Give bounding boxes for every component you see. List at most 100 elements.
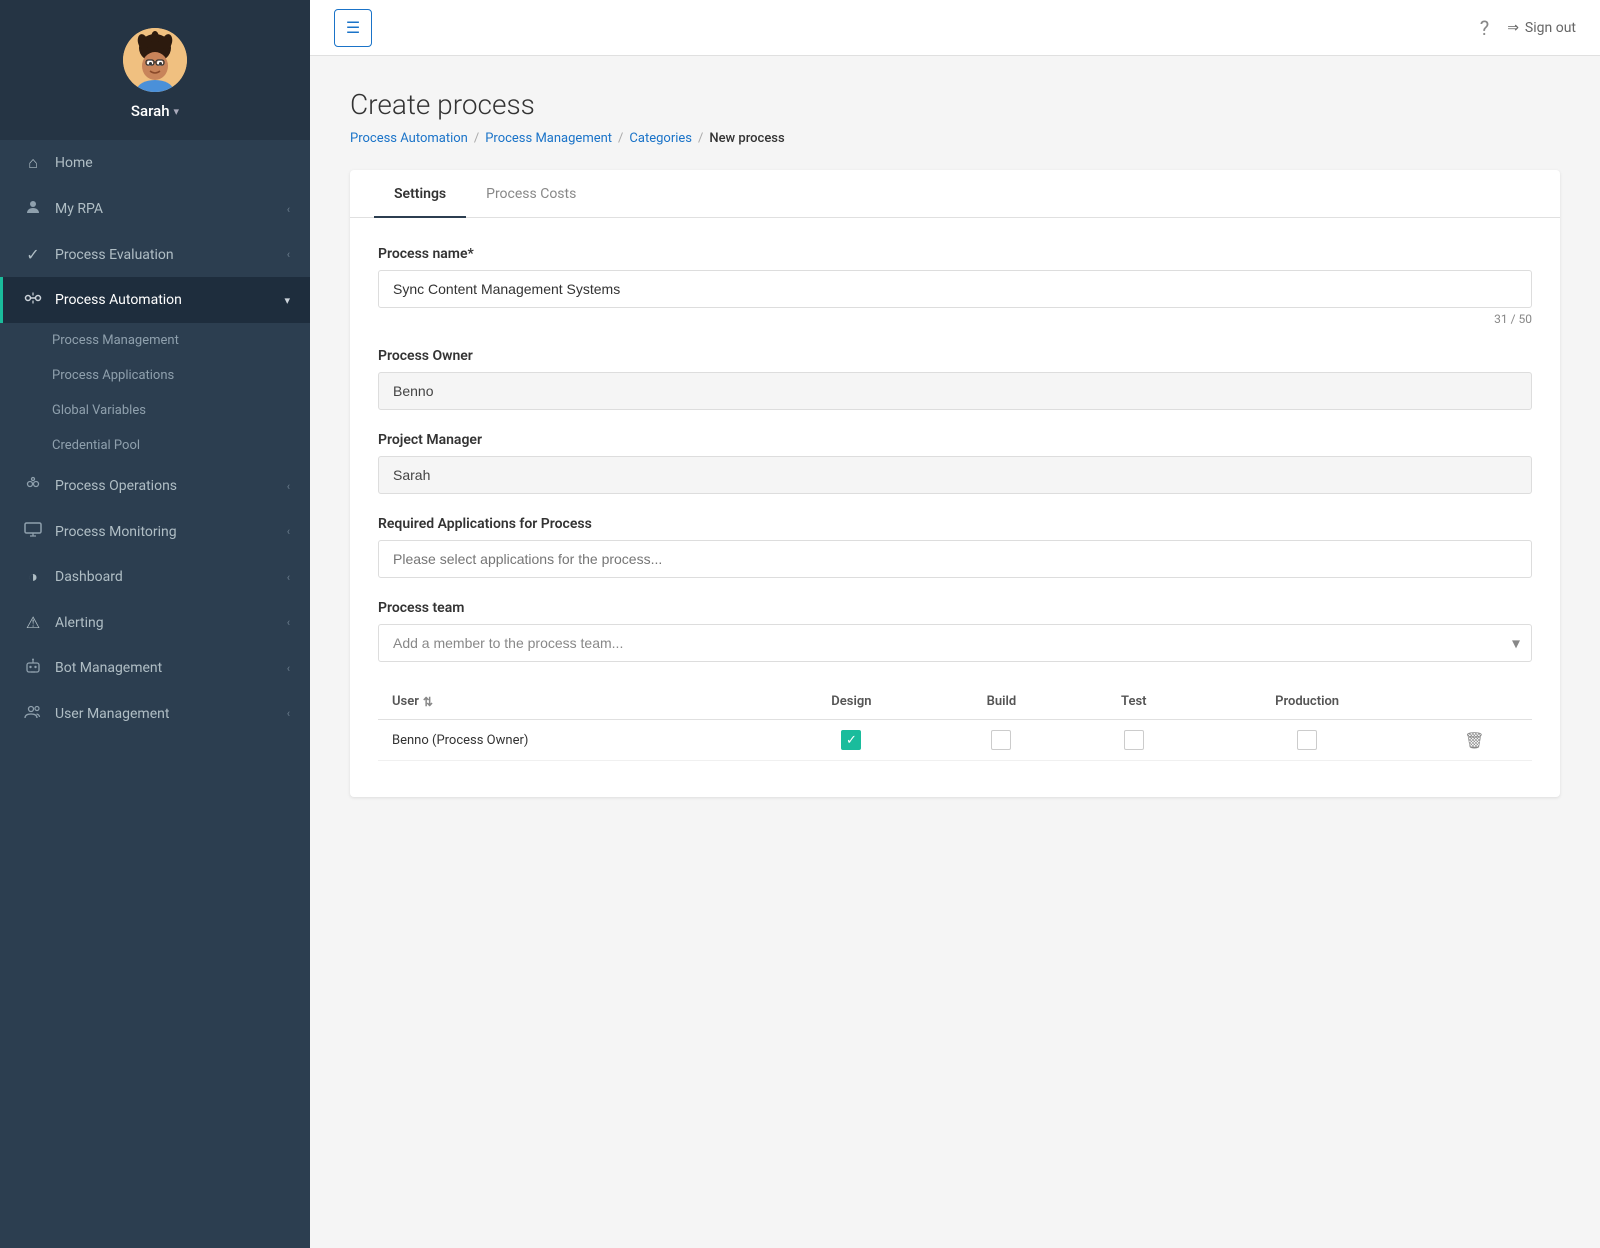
table-col-user: User ⇅ — [378, 684, 770, 720]
main-content: Create process Process Automation / Proc… — [310, 56, 1600, 1248]
sidebar: Sarah ▾ ⌂ Home My RPA ‹ ✓ Process Evalua… — [0, 0, 310, 1248]
chevron-icon: ‹ — [287, 616, 290, 629]
process-owner-group: Process Owner — [378, 348, 1532, 410]
sidebar-item-user-management[interactable]: User Management ‹ — [0, 691, 310, 736]
project-manager-group: Project Manager — [378, 432, 1532, 494]
team-permissions-table: User ⇅ Design Build Test Production — [378, 684, 1532, 761]
process-name-group: Process name* 31 / 50 — [378, 246, 1532, 326]
table-col-design: Design — [770, 684, 933, 720]
table-col-build: Build — [933, 684, 1070, 720]
breadcrumb-sep-2: / — [618, 131, 623, 146]
bot-icon — [23, 658, 43, 678]
breadcrumb-sep-1: / — [474, 131, 479, 146]
sidebar-item-home[interactable]: ⌂ Home — [0, 140, 310, 186]
sidebar-item-process-monitoring[interactable]: Process Monitoring ‹ — [0, 509, 310, 554]
required-applications-label: Required Applications for Process — [378, 516, 1532, 532]
users-icon — [23, 704, 43, 723]
topbar-left: ☰ — [334, 9, 372, 47]
profile-section: Sarah ▾ — [0, 0, 310, 140]
sidebar-item-bot-management[interactable]: Bot Management ‹ — [0, 645, 310, 691]
breadcrumb-current: New process — [709, 131, 784, 146]
breadcrumb-sep-3: / — [698, 131, 703, 146]
process-owner-label: Process Owner — [378, 348, 1532, 364]
breadcrumb: Process Automation / Process Management … — [350, 131, 1560, 146]
breadcrumb-process-management[interactable]: Process Management — [485, 131, 612, 146]
tab-process-costs[interactable]: Process Costs — [466, 170, 596, 218]
operations-icon — [23, 476, 43, 496]
check-icon: ✓ — [23, 245, 43, 264]
table-row: Benno (Process Owner) ✓ — [378, 720, 1532, 761]
breadcrumb-process-automation[interactable]: Process Automation — [350, 131, 468, 146]
actions-cell: 🗑 — [1417, 720, 1532, 761]
process-name-input[interactable] — [378, 270, 1532, 308]
build-checkbox[interactable] — [991, 730, 1011, 750]
process-team-select[interactable]: Add a member to the process team... — [378, 624, 1532, 662]
form-card: Settings Process Costs Process name* 31 … — [350, 170, 1560, 797]
avatar — [123, 28, 187, 92]
dashboard-icon: ◑ — [23, 567, 43, 587]
signout-icon: ⇒ — [1507, 20, 1519, 36]
production-checkbox[interactable] — [1297, 730, 1317, 750]
process-team-group: Process team Add a member to the process… — [378, 600, 1532, 662]
chevron-icon: ‹ — [287, 248, 290, 261]
delete-row-button[interactable]: 🗑 — [1431, 731, 1518, 750]
main-area: ☰ ? ⇒ Sign out Create process Process Au… — [310, 0, 1600, 1248]
menu-toggle-button[interactable]: ☰ — [334, 9, 372, 47]
team-member-name: Benno (Process Owner) — [378, 720, 770, 761]
production-cell — [1198, 720, 1417, 761]
profile-name[interactable]: Sarah ▾ — [131, 102, 179, 120]
sort-icon[interactable]: ⇅ — [423, 695, 433, 709]
hamburger-icon: ☰ — [346, 18, 360, 37]
help-button[interactable]: ? — [1480, 16, 1489, 40]
sidebar-item-credential-pool[interactable]: Credential Pool — [0, 428, 310, 463]
sidebar-item-process-automation[interactable]: Process Automation ▾ — [0, 277, 310, 323]
sidebar-nav: ⌂ Home My RPA ‹ ✓ Process Evaluation ‹ — [0, 140, 310, 1248]
sidebar-item-process-evaluation[interactable]: ✓ Process Evaluation ‹ — [0, 232, 310, 277]
table-col-production: Production — [1198, 684, 1417, 720]
monitor-icon — [23, 522, 43, 541]
alert-icon: ⚠ — [23, 613, 43, 632]
process-name-label: Process name* — [378, 246, 1532, 262]
breadcrumb-categories[interactable]: Categories — [629, 131, 692, 146]
sidebar-item-my-rpa[interactable]: My RPA ‹ — [0, 186, 310, 232]
chevron-icon: ‹ — [287, 480, 290, 493]
chevron-icon: ‹ — [287, 662, 290, 675]
profile-chevron-icon: ▾ — [174, 105, 180, 118]
process-team-label: Process team — [378, 600, 1532, 616]
form-body: Process name* 31 / 50 Process Owner Proj… — [350, 218, 1560, 797]
process-team-select-wrapper: Add a member to the process team... — [378, 624, 1532, 662]
required-applications-input[interactable] — [378, 540, 1532, 578]
topbar: ☰ ? ⇒ Sign out — [310, 0, 1600, 56]
process-owner-input — [378, 372, 1532, 410]
page-title: Create process — [350, 88, 1560, 121]
topbar-right: ? ⇒ Sign out — [1480, 16, 1576, 40]
chevron-icon: ‹ — [287, 525, 290, 538]
chevron-icon: ‹ — [287, 203, 290, 216]
character-counter: 31 / 50 — [378, 312, 1532, 326]
chevron-down-icon: ▾ — [284, 294, 290, 307]
automation-icon — [23, 290, 43, 310]
sidebar-item-alerting[interactable]: ⚠ Alerting ‹ — [0, 600, 310, 645]
signout-button[interactable]: ⇒ Sign out — [1507, 20, 1576, 36]
chevron-icon: ‹ — [287, 707, 290, 720]
design-checkbox[interactable]: ✓ — [841, 730, 861, 750]
build-cell — [933, 720, 1070, 761]
sidebar-item-process-applications[interactable]: Process Applications — [0, 358, 310, 393]
sidebar-item-global-variables[interactable]: Global Variables — [0, 393, 310, 428]
home-icon: ⌂ — [23, 153, 43, 173]
project-manager-label: Project Manager — [378, 432, 1532, 448]
sidebar-item-dashboard[interactable]: ◑ Dashboard ‹ — [0, 554, 310, 600]
sidebar-item-process-operations[interactable]: Process Operations ‹ — [0, 463, 310, 509]
chevron-icon: ‹ — [287, 571, 290, 584]
table-col-actions — [1417, 684, 1532, 720]
table-col-test: Test — [1070, 684, 1197, 720]
required-applications-group: Required Applications for Process — [378, 516, 1532, 578]
project-manager-input — [378, 456, 1532, 494]
tab-settings[interactable]: Settings — [374, 170, 466, 218]
sidebar-item-process-management[interactable]: Process Management — [0, 323, 310, 358]
test-cell — [1070, 720, 1197, 761]
test-checkbox[interactable] — [1124, 730, 1144, 750]
user-icon — [23, 199, 43, 219]
form-tabs: Settings Process Costs — [350, 170, 1560, 218]
design-cell: ✓ — [770, 720, 933, 761]
